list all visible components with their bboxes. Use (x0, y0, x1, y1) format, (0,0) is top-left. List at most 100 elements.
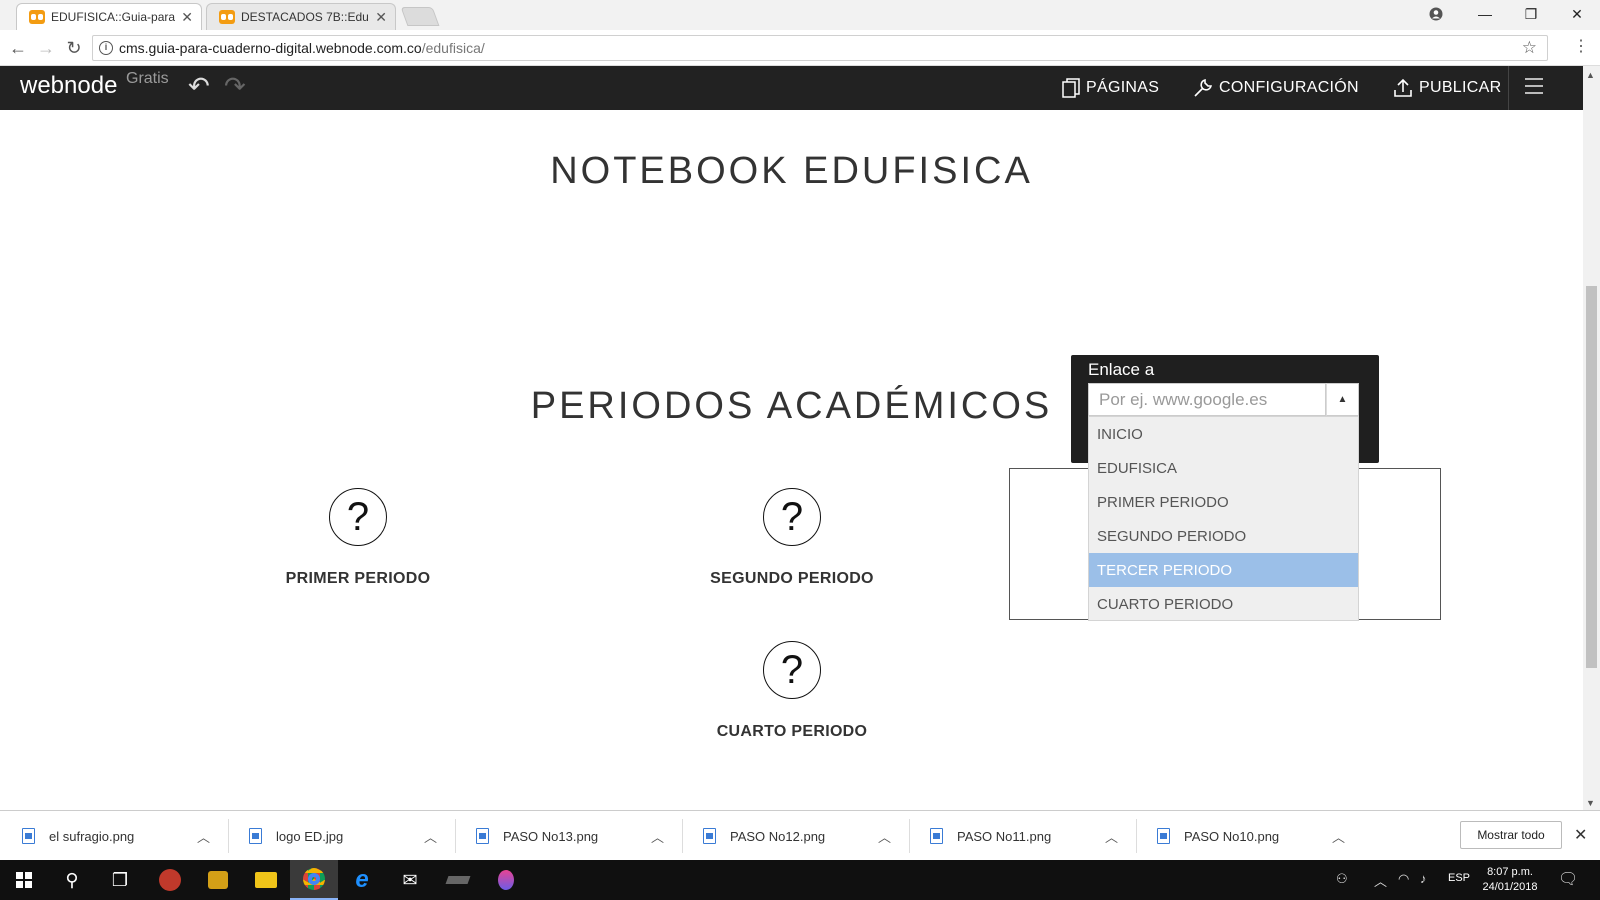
upload-icon (1394, 78, 1412, 97)
settings-label: CONFIGURACIÓN (1219, 79, 1359, 96)
profile-icon[interactable] (1413, 0, 1459, 28)
downloads-bar: el sufragio.png ︿ logo ED.jpg ︿ PASO No13.… (0, 810, 1600, 860)
link-label: Enlace a (1088, 360, 1155, 379)
link-options-list: INICIO EDUFISICA PRIMER PERIODO SEGUNDO … (1088, 416, 1359, 621)
period-label-segundo[interactable]: SEGUNDO PERIODO (662, 570, 922, 588)
webnode-editor-bar: webnode Gratis ↶ ↷ PÁGINAS CONFIGURACIÓN… (0, 66, 1583, 110)
notifications-icon[interactable]: 🗨 (1558, 869, 1578, 889)
image-file-icon (22, 828, 35, 844)
show-all-downloads-button[interactable]: Mostrar todo (1460, 821, 1562, 849)
url-path: /edufisica/ (421, 40, 485, 56)
hamburger-menu-icon[interactable] (1525, 78, 1543, 99)
close-window-icon[interactable]: ✕ (1554, 0, 1600, 28)
link-option-edufisica[interactable]: EDUFISICA (1089, 451, 1358, 485)
period-label-cuarto[interactable]: CUARTO PERIODO (662, 723, 922, 741)
dropdown-toggle-icon[interactable]: ▲ (1326, 383, 1359, 416)
close-tab-icon[interactable]: ✕ (375, 9, 387, 26)
chevron-up-icon[interactable]: ︿ (197, 827, 227, 846)
link-option-cuarto-periodo[interactable]: CUARTO PERIODO (1089, 587, 1358, 621)
windows-start-icon[interactable] (0, 860, 48, 900)
pages-icon (1062, 78, 1080, 98)
image-file-icon (703, 828, 716, 844)
webnode-favicon-icon (29, 10, 45, 24)
clock[interactable]: 8:07 p.m. 24/01/2018 (1480, 865, 1540, 895)
download-item[interactable]: PASO No12.png ︿ (681, 811, 908, 861)
tab-title: DESTACADOS 7B::Edufisi (241, 10, 370, 24)
restore-icon[interactable]: ❐ (1508, 0, 1554, 28)
clock-date: 24/01/2018 (1482, 881, 1538, 893)
plan-label: Gratis (126, 70, 169, 87)
windows-taskbar: ⚲ ❐ e ✉ ⚇ ︿ ◠ ♪ ESP 8:07 p.m. 24/01/2018… (0, 860, 1600, 900)
reload-icon[interactable]: ↻ (62, 36, 86, 60)
publish-menu-button[interactable]: PUBLICAR (1393, 66, 1501, 110)
download-item[interactable]: el sufragio.png ︿ (0, 811, 227, 861)
chevron-up-icon[interactable]: ︿ (1105, 827, 1135, 846)
chevron-up-icon[interactable]: ︿ (1332, 827, 1362, 846)
page-title[interactable]: NOTEBOOK EDUFISICA (0, 150, 1583, 193)
redo-icon[interactable]: ↷ (224, 71, 246, 102)
url-host: cms.guia-para-cuaderno-digital.webnode.c… (119, 40, 422, 56)
menu-divider (1508, 66, 1509, 110)
download-item[interactable]: PASO No10.png ︿ (1135, 811, 1362, 861)
webnode-favicon-icon (219, 10, 235, 24)
browser-tab-strip: EDUFISICA::Guia-para-cu ✕ DESTACADOS 7B:… (0, 0, 1600, 30)
question-mark-icon[interactable]: ? (763, 488, 821, 546)
file-explorer-icon[interactable] (242, 860, 290, 900)
link-option-tercer-periodo[interactable]: TERCER PERIODO (1089, 553, 1358, 587)
close-tab-icon[interactable]: ✕ (181, 9, 193, 26)
chevron-up-icon[interactable]: ︿ (1374, 871, 1387, 890)
publish-label: PUBLICAR (1419, 79, 1502, 96)
tab-edufisica[interactable]: EDUFISICA::Guia-para-cu ✕ (16, 3, 202, 30)
browser-menu-icon[interactable]: ⋮ (1573, 36, 1589, 56)
download-item[interactable]: PASO No11.png ︿ (908, 811, 1135, 861)
app-balloon-icon[interactable] (482, 860, 530, 900)
wifi-icon[interactable]: ◠ (1398, 871, 1409, 887)
tab-title: EDUFISICA::Guia-para-cu (51, 10, 176, 24)
scroll-up-icon[interactable]: ▲ (1586, 70, 1595, 80)
browser-toolbar: ← → ↻ i cms.guia-para-cuaderno-digital.w… (0, 30, 1600, 66)
chevron-up-icon[interactable]: ︿ (651, 827, 681, 846)
pages-menu-button[interactable]: PÁGINAS (1062, 66, 1159, 110)
site-info-icon[interactable]: i (99, 41, 113, 55)
link-url-input[interactable] (1088, 383, 1326, 416)
close-downloads-icon[interactable]: ✕ (1574, 825, 1587, 845)
link-option-primer-periodo[interactable]: PRIMER PERIODO (1089, 485, 1358, 519)
task-view-icon[interactable]: ❐ (96, 860, 144, 900)
volume-icon[interactable]: ♪ (1420, 871, 1427, 886)
chrome-icon[interactable] (290, 860, 338, 900)
forward-arrow-icon[interactable]: → (34, 36, 58, 60)
image-file-icon (476, 828, 489, 844)
app-dark-icon[interactable] (434, 860, 482, 900)
people-icon[interactable]: ⚇ (1336, 871, 1348, 887)
minimize-icon[interactable]: — (1462, 0, 1508, 28)
app-red-icon[interactable] (146, 860, 194, 900)
link-option-inicio[interactable]: INICIO (1089, 417, 1358, 451)
settings-menu-button[interactable]: CONFIGURACIÓN (1193, 66, 1359, 110)
download-item[interactable]: logo ED.jpg ︿ (227, 811, 454, 861)
image-file-icon (930, 828, 943, 844)
clock-time: 8:07 p.m. (1487, 866, 1533, 878)
download-item[interactable]: PASO No13.png ︿ (454, 811, 681, 861)
period-label-primer[interactable]: PRIMER PERIODO (228, 570, 488, 588)
back-arrow-icon[interactable]: ← (6, 36, 30, 60)
link-option-segundo-periodo[interactable]: SEGUNDO PERIODO (1089, 519, 1358, 553)
bookmark-star-icon[interactable]: ☆ (1522, 38, 1537, 58)
language-indicator[interactable]: ESP (1448, 872, 1470, 884)
pages-label: PÁGINAS (1086, 79, 1160, 96)
scroll-thumb[interactable] (1586, 286, 1597, 668)
app-tools-icon[interactable] (194, 860, 242, 900)
search-icon[interactable]: ⚲ (48, 860, 96, 900)
question-mark-icon[interactable]: ? (763, 641, 821, 699)
mail-icon[interactable]: ✉ (386, 860, 434, 900)
question-mark-icon[interactable]: ? (329, 488, 387, 546)
internet-explorer-icon[interactable]: e (338, 860, 386, 900)
address-bar[interactable]: i cms.guia-para-cuaderno-digital.webnode… (92, 35, 1548, 61)
chevron-up-icon[interactable]: ︿ (424, 827, 454, 846)
scroll-down-icon[interactable]: ▼ (1586, 798, 1595, 808)
image-file-icon (1157, 828, 1170, 844)
tab-destacados[interactable]: DESTACADOS 7B::Edufisi ✕ (206, 3, 396, 30)
new-tab-button[interactable] (400, 7, 440, 26)
image-file-icon (249, 828, 262, 844)
undo-icon[interactable]: ↶ (188, 71, 210, 102)
chevron-up-icon[interactable]: ︿ (878, 827, 908, 846)
